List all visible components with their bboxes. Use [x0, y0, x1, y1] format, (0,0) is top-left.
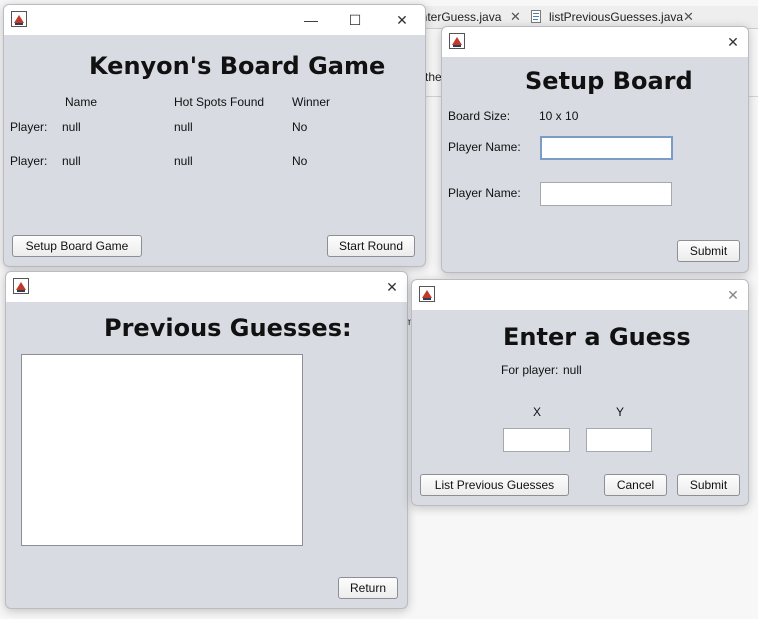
- x-coordinate-field[interactable]: [503, 428, 570, 452]
- tab-enterguess[interactable]: enterGuess.java: [414, 10, 501, 24]
- close-icon[interactable]: ✕: [384, 5, 420, 35]
- for-player-value: null: [563, 363, 582, 377]
- board-size-value: 10 x 10: [539, 109, 579, 123]
- player-name-value: null: [62, 154, 81, 168]
- enter-guess-window: ✕ Enter a Guess For player: null X Y Lis…: [411, 279, 749, 506]
- start-round-button[interactable]: Start Round: [327, 235, 415, 257]
- title-bar[interactable]: ✕: [6, 272, 407, 302]
- previous-guesses-window: ✕ Previous Guesses: Return: [5, 271, 408, 609]
- list-previous-guesses-button[interactable]: List Previous Guesses: [420, 474, 569, 496]
- player-label: Player:: [10, 154, 48, 168]
- y-coordinate-label: Y: [616, 405, 625, 419]
- dialog-title: Enter a Guess: [503, 323, 691, 351]
- column-header-hot-spots: Hot Spots Found: [174, 95, 265, 109]
- winner-value: No: [292, 154, 308, 168]
- title-bar[interactable]: ✕: [442, 27, 748, 57]
- java-app-icon: [419, 286, 435, 302]
- cancel-button[interactable]: Cancel: [604, 474, 667, 496]
- player-name-field-1[interactable]: [540, 136, 673, 160]
- player-name-value: null: [62, 120, 81, 134]
- title-bar[interactable]: ✕: [412, 280, 748, 310]
- setup-board-game-button[interactable]: Setup Board Game: [12, 235, 142, 257]
- java-file-icon: [531, 10, 543, 24]
- dialog-title: Setup Board: [525, 67, 693, 95]
- minimize-icon[interactable]: —: [293, 5, 329, 35]
- java-app-icon: [449, 33, 465, 49]
- background-text-fragment: the: [425, 70, 442, 84]
- previous-guesses-list[interactable]: [21, 354, 303, 546]
- player-name-field-2[interactable]: [540, 182, 672, 206]
- submit-button[interactable]: Submit: [677, 474, 740, 496]
- x-coordinate-label: X: [533, 405, 542, 419]
- main-game-window: — ☐ ✕ Kenyon's Board Game Name Hot Spots…: [3, 4, 426, 267]
- player-name-label: Player Name:: [448, 186, 521, 200]
- column-header-name: Name: [65, 95, 98, 109]
- tab-close-icon[interactable]: ✕: [510, 9, 521, 25]
- close-icon[interactable]: ✕: [374, 272, 407, 302]
- column-header-winner: Winner: [292, 95, 331, 109]
- title-bar[interactable]: — ☐ ✕: [4, 5, 425, 35]
- for-player-label: For player:: [501, 363, 559, 377]
- submit-button[interactable]: Submit: [677, 240, 740, 262]
- tab-close-icon[interactable]: ✕: [683, 9, 694, 25]
- java-app-icon: [11, 11, 27, 27]
- hot-spots-value: null: [174, 154, 193, 168]
- setup-board-window: ✕ Setup Board Board Size: 10 x 10 Player…: [441, 26, 749, 273]
- page-title: Kenyon's Board Game: [89, 52, 386, 80]
- tab-listpreviousguesses[interactable]: listPreviousGuesses.java: [549, 10, 683, 24]
- return-button[interactable]: Return: [338, 577, 398, 599]
- hot-spots-value: null: [174, 120, 193, 134]
- y-coordinate-field[interactable]: [586, 428, 652, 452]
- dialog-title: Previous Guesses:: [104, 314, 352, 342]
- board-size-label: Board Size:: [448, 109, 511, 123]
- java-app-icon: [13, 278, 29, 294]
- player-label: Player:: [10, 120, 48, 134]
- close-icon[interactable]: ✕: [715, 27, 748, 57]
- close-icon[interactable]: ✕: [715, 280, 748, 310]
- winner-value: No: [292, 120, 308, 134]
- maximize-icon[interactable]: ☐: [337, 5, 373, 35]
- player-name-label: Player Name:: [448, 140, 521, 154]
